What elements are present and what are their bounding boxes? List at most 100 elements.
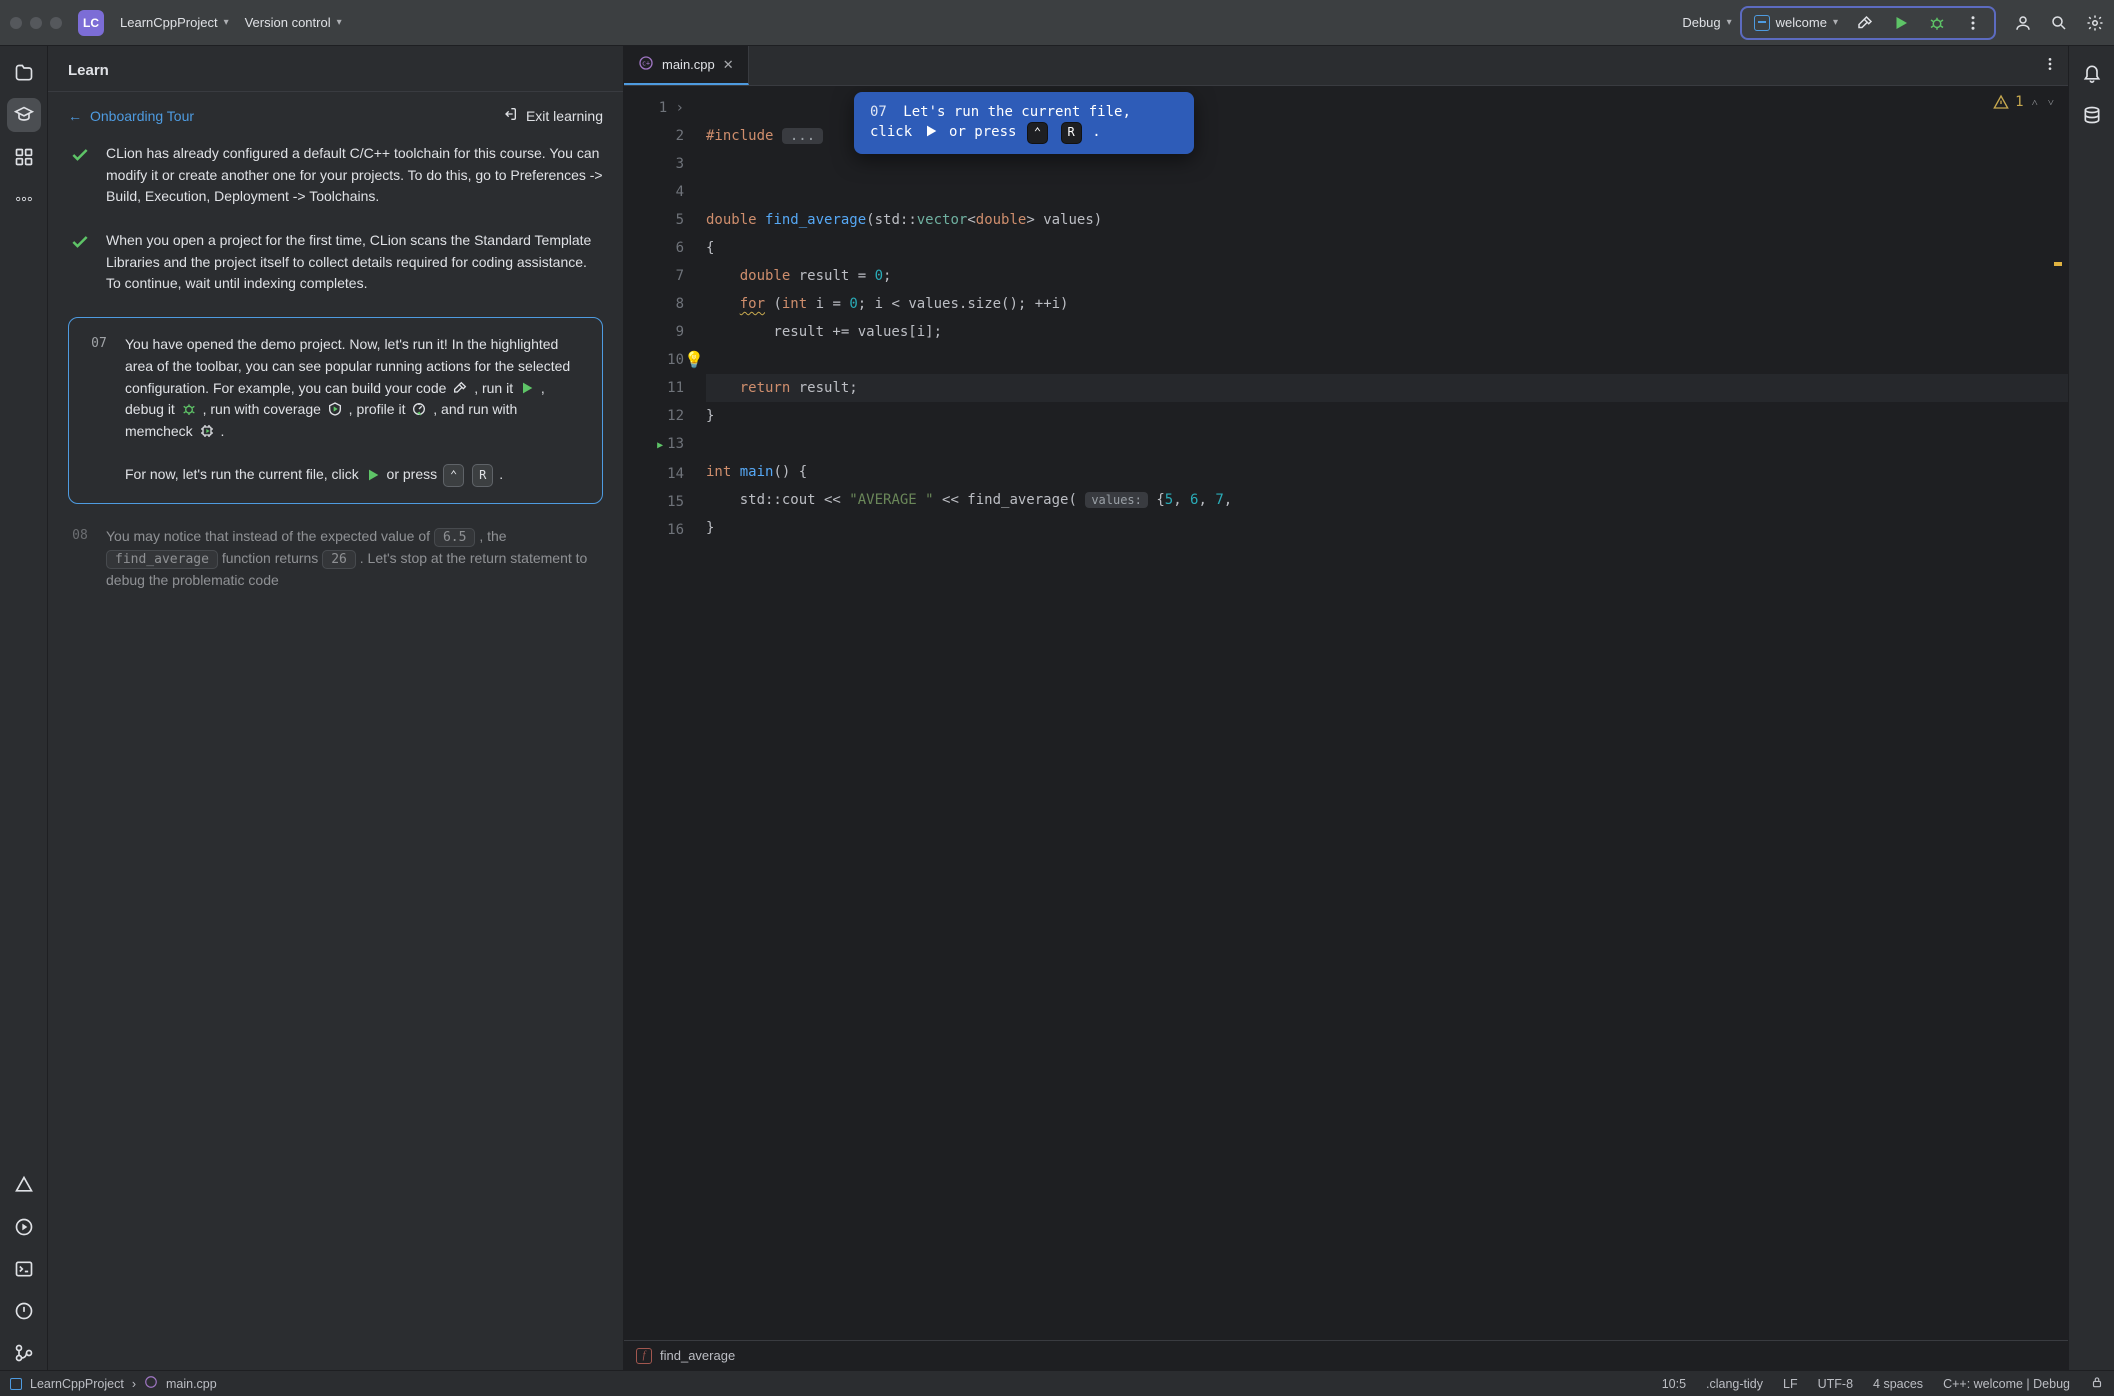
status-project[interactable]: LearnCppProject	[30, 1377, 124, 1391]
play-icon	[923, 123, 939, 139]
collaborate-icon[interactable]	[2014, 14, 2032, 32]
close-tab-icon[interactable]: ✕	[723, 57, 734, 73]
notifications-button[interactable]	[2075, 56, 2109, 90]
run-target-icon	[1754, 15, 1770, 31]
search-icon[interactable]	[2050, 14, 2068, 32]
code-literal: find_average	[106, 550, 218, 569]
editor-area: c+ main.cpp ✕ 07 Let's run the current f…	[624, 46, 2068, 1370]
function-icon: f	[636, 1348, 652, 1364]
onboarding-back-label: Onboarding Tour	[90, 108, 194, 124]
kebab-icon	[1964, 14, 1982, 32]
project-tool-button[interactable]	[7, 56, 41, 90]
code-literal: 6.5	[434, 528, 475, 547]
code-literal: 26	[322, 550, 356, 569]
problems-tool-button[interactable]	[7, 1294, 41, 1328]
profiler-icon	[411, 401, 427, 417]
learn-step-current: 07 You have opened the demo project. Now…	[68, 317, 603, 504]
window-traffic-lights[interactable]	[10, 17, 62, 29]
onboarding-back-button[interactable]: ← Onboarding Tour	[68, 108, 194, 124]
run-button[interactable]	[1884, 10, 1918, 36]
next-highlight-icon[interactable]: ˅	[2046, 96, 2056, 109]
readonly-lock-icon[interactable]	[2090, 1375, 2104, 1392]
gutter[interactable]: 1 ›23456789101112▶13141516	[624, 86, 706, 1340]
bug-icon	[181, 401, 197, 417]
status-eol[interactable]: LF	[1783, 1377, 1798, 1391]
hammer-icon	[1856, 14, 1874, 32]
run-action-group: welcome ▾	[1740, 6, 1996, 40]
project-badge: LC	[78, 10, 104, 36]
more-tools-button[interactable]	[7, 182, 41, 216]
project-dropdown[interactable]: LearnCppProject ▾	[112, 11, 237, 34]
editor-options-button[interactable]	[2032, 56, 2068, 75]
step-complete-check-icon	[68, 143, 92, 208]
step-number: 08	[72, 528, 88, 592]
structure-tool-button[interactable]	[7, 140, 41, 174]
step-complete-check-icon	[68, 230, 92, 295]
vcs-label: Version control	[245, 15, 331, 30]
project-status-icon[interactable]	[10, 1378, 22, 1390]
learn-callout: 07 Let's run the current file, click or …	[854, 92, 1194, 154]
learn-panel: Learn ← Onboarding Tour Exit learning CL…	[48, 46, 624, 1370]
play-icon	[365, 467, 381, 483]
coverage-icon	[327, 401, 343, 417]
chevron-down-icon: ▾	[1833, 17, 1838, 28]
left-tool-strip	[0, 46, 48, 1370]
status-file[interactable]: main.cpp	[166, 1377, 217, 1391]
inlay-hint: values:	[1085, 492, 1148, 508]
warning-count: 1	[2015, 94, 2023, 110]
build-config-label: Debug	[1682, 15, 1720, 30]
status-run-config[interactable]: C++: welcome | Debug	[1943, 1377, 2070, 1391]
database-tool-button[interactable]	[2075, 98, 2109, 132]
kbd-r: R	[472, 464, 493, 487]
learn-step-text: When you open a project for the first ti…	[106, 230, 603, 295]
status-indent[interactable]: 4 spaces	[1873, 1377, 1923, 1391]
settings-icon[interactable]	[2086, 14, 2104, 32]
services-tool-button[interactable]	[7, 1210, 41, 1244]
intention-bulb-icon[interactable]: 💡	[684, 346, 704, 374]
play-icon	[1892, 14, 1910, 32]
breadcrumb-function: find_average	[660, 1348, 735, 1363]
status-linter[interactable]: .clang-tidy	[1706, 1377, 1763, 1391]
terminal-tool-button[interactable]	[7, 1252, 41, 1286]
build-button[interactable]	[1848, 10, 1882, 36]
code-body[interactable]: #include ... double find_average(std::ve…	[706, 86, 2068, 1340]
arrow-left-icon: ←	[68, 108, 82, 124]
learn-step-text: CLion has already configured a default C…	[106, 143, 603, 208]
learn-tool-button[interactable]	[7, 98, 41, 132]
more-run-actions-button[interactable]	[1956, 10, 1990, 36]
kbd-ctrl: ⌃	[443, 464, 464, 487]
debug-button[interactable]	[1920, 10, 1954, 36]
run-config-name: welcome	[1776, 15, 1827, 30]
hammer-icon	[452, 380, 468, 396]
status-caret-pos[interactable]: 10:5	[1662, 1377, 1686, 1391]
exit-icon	[502, 106, 518, 125]
kbd-r: R	[1061, 122, 1082, 143]
vcs-tool-button[interactable]	[7, 1336, 41, 1370]
code-editor[interactable]: 07 Let's run the current file, click or …	[624, 86, 2068, 1340]
run-config-dropdown[interactable]: welcome ▾	[1746, 11, 1846, 35]
chevron-down-icon: ▾	[337, 17, 342, 28]
chevron-down-icon: ▾	[224, 17, 229, 28]
cmake-tool-button[interactable]	[7, 1168, 41, 1202]
editor-tab-label: main.cpp	[662, 57, 715, 72]
inspections-widget[interactable]: 1 ˄ ˅	[1993, 94, 2056, 110]
editor-breadcrumb[interactable]: f find_average	[624, 1340, 2068, 1370]
kbd-ctrl: ⌃	[1027, 122, 1048, 143]
build-config-dropdown[interactable]: Debug ▾	[1674, 11, 1739, 34]
callout-number: 07	[870, 104, 887, 120]
step-number: 07	[91, 336, 107, 487]
editor-tab-main-cpp[interactable]: c+ main.cpp ✕	[624, 46, 749, 85]
folded-region[interactable]: ...	[782, 128, 823, 144]
memcheck-icon	[199, 423, 215, 439]
prev-highlight-icon[interactable]: ˄	[2030, 96, 2040, 109]
warning-stripe[interactable]	[2054, 262, 2062, 266]
play-icon	[519, 380, 535, 396]
status-encoding[interactable]: UTF-8	[1818, 1377, 1853, 1391]
exit-learning-label: Exit learning	[526, 108, 603, 124]
svg-text:c+: c+	[642, 60, 650, 68]
chevron-down-icon: ▾	[1727, 17, 1732, 28]
learn-panel-title: Learn	[48, 46, 623, 92]
breadcrumb-separator: ›	[132, 1377, 136, 1391]
exit-learning-button[interactable]: Exit learning	[502, 106, 603, 125]
vcs-dropdown[interactable]: Version control ▾	[237, 11, 350, 34]
